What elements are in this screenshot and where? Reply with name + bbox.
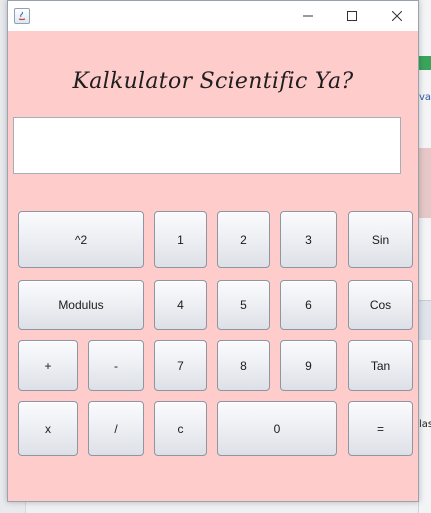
background-text-fragment-2: las [419,419,431,430]
background-text-fragment: va [419,92,431,103]
digit-7-button[interactable]: 7 [154,340,207,391]
clear-button[interactable]: c [154,401,207,456]
equals-button[interactable]: = [348,401,413,456]
plus-button[interactable]: + [18,340,78,391]
calculator-window: Kalkulator Scientific Ya? ^2 1 2 3 Sin M… [7,0,419,502]
digit-1-button[interactable]: 1 [154,211,207,268]
digit-5-button[interactable]: 5 [217,280,270,330]
digit-0-button[interactable]: 0 [217,401,337,456]
multiply-button[interactable]: x [18,401,78,456]
maximize-icon [347,11,357,21]
modulus-button[interactable]: Modulus [18,280,144,330]
close-button[interactable] [374,1,420,31]
java-app-icon[interactable] [14,8,30,24]
close-icon [392,11,402,21]
app-heading: Kalkulator Scientific Ya? [72,69,354,94]
cos-button[interactable]: Cos [348,280,413,330]
square-button[interactable]: ^2 [18,211,144,268]
background-red-block [419,148,431,218]
minus-button[interactable]: - [88,340,144,391]
sin-button[interactable]: Sin [348,211,413,268]
background-right-panel [418,0,431,513]
background-panel-block [419,300,431,340]
divide-button[interactable]: / [88,401,144,456]
digit-3-button[interactable]: 3 [280,211,337,268]
background-green-marker [419,56,431,70]
digit-2-button[interactable]: 2 [217,211,270,268]
minimize-button[interactable] [285,1,331,31]
minimize-icon [303,15,313,17]
tan-button[interactable]: Tan [348,340,413,391]
digit-6-button[interactable]: 6 [280,280,337,330]
result-display[interactable] [13,117,401,174]
digit-8-button[interactable]: 8 [217,340,270,391]
calculator-panel: Kalkulator Scientific Ya? ^2 1 2 3 Sin M… [8,31,418,501]
maximize-button[interactable] [329,1,375,31]
digit-4-button[interactable]: 4 [154,280,207,330]
digit-9-button[interactable]: 9 [280,340,337,391]
title-bar[interactable] [8,1,418,31]
